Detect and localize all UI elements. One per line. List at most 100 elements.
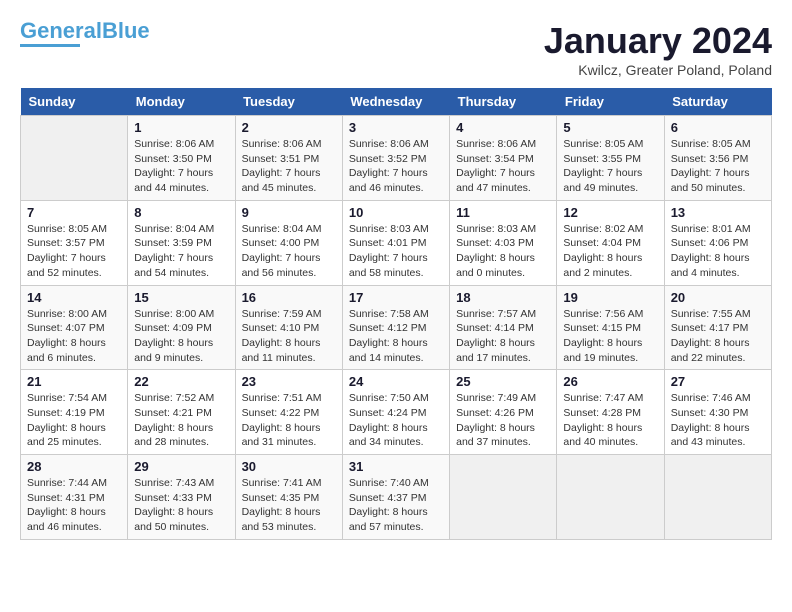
day-info: Sunrise: 7:41 AMSunset: 4:35 PMDaylight:… [242,476,336,535]
day-cell: 21Sunrise: 7:54 AMSunset: 4:19 PMDayligh… [21,370,128,455]
day-info: Sunrise: 7:58 AMSunset: 4:12 PMDaylight:… [349,307,443,366]
logo: GeneralBlue [20,20,150,47]
day-cell: 26 Sunrise: 7:47 AMSunset: 4:28 PMDayligh… [557,370,664,455]
day-info: Sunrise: 8:00 AMSunset: 4:09 PMDaylight:… [134,307,228,366]
calendar-table: SundayMondayTuesdayWednesdayThursdayFrid… [20,88,772,540]
day-number: 24 [349,374,443,389]
day-number: 23 [242,374,336,389]
day-info: Sunrise: 7:47 AMSunset: 4:28 PMDaylight:… [563,391,657,450]
page-header: GeneralBlue January 2024 Kwilcz, Greater… [20,20,772,78]
day-info: Sunrise: 7:56 AMSunset: 4:15 PMDaylight:… [563,307,657,366]
weekday-header-sunday: Sunday [21,88,128,116]
day-number: 3 [349,120,443,135]
day-cell: 7 Sunrise: 8:05 AMSunset: 3:57 PMDaylight… [21,200,128,285]
day-number: 25 [456,374,550,389]
day-cell: 5 Sunrise: 8:05 AMSunset: 3:55 PMDaylight… [557,116,664,201]
day-cell: 18Sunrise: 7:57 AMSunset: 4:14 PMDayligh… [450,285,557,370]
day-number: 21 [27,374,121,389]
day-cell [557,455,664,540]
day-info: Sunrise: 7:40 AMSunset: 4:37 PMDaylight:… [349,476,443,535]
weekday-header-friday: Friday [557,88,664,116]
day-info: Sunrise: 8:05 AMSunset: 3:56 PMDaylight:… [671,137,765,196]
day-number: 7 [27,205,121,220]
day-cell: 2 Sunrise: 8:06 AMSunset: 3:51 PMDaylight… [235,116,342,201]
day-number: 27 [671,374,765,389]
day-cell: 11Sunrise: 8:03 AMSunset: 4:03 PMDayligh… [450,200,557,285]
day-cell: 1 Sunrise: 8:06 AMSunset: 3:50 PMDaylight… [128,116,235,201]
week-row-2: 7 Sunrise: 8:05 AMSunset: 3:57 PMDaylight… [21,200,772,285]
day-number: 10 [349,205,443,220]
weekday-header-thursday: Thursday [450,88,557,116]
day-cell: 23Sunrise: 7:51 AMSunset: 4:22 PMDayligh… [235,370,342,455]
day-cell: 9 Sunrise: 8:04 AMSunset: 4:00 PMDaylight… [235,200,342,285]
day-cell [450,455,557,540]
day-cell: 27Sunrise: 7:46 AMSunset: 4:30 PMDayligh… [664,370,771,455]
day-number: 17 [349,290,443,305]
day-info: Sunrise: 8:05 AMSunset: 3:57 PMDaylight:… [27,222,121,281]
logo-blue: Blue [102,18,150,43]
day-info: Sunrise: 7:50 AMSunset: 4:24 PMDaylight:… [349,391,443,450]
weekday-header-saturday: Saturday [664,88,771,116]
day-info: Sunrise: 7:43 AMSunset: 4:33 PMDaylight:… [134,476,228,535]
day-number: 2 [242,120,336,135]
day-number: 14 [27,290,121,305]
day-cell: 28 Sunrise: 7:44 AMSunset: 4:31 PMDayligh… [21,455,128,540]
day-number: 4 [456,120,550,135]
day-number: 19 [563,290,657,305]
day-info: Sunrise: 8:03 AMSunset: 4:01 PMDaylight:… [349,222,443,281]
day-info: Sunrise: 7:49 AMSunset: 4:26 PMDaylight:… [456,391,550,450]
week-row-1: 1 Sunrise: 8:06 AMSunset: 3:50 PMDaylight… [21,116,772,201]
logo-general: General [20,18,102,43]
weekday-header-row: SundayMondayTuesdayWednesdayThursdayFrid… [21,88,772,116]
weekday-header-monday: Monday [128,88,235,116]
day-number: 30 [242,459,336,474]
day-cell [21,116,128,201]
day-info: Sunrise: 8:02 AMSunset: 4:04 PMDaylight:… [563,222,657,281]
day-info: Sunrise: 8:04 AMSunset: 3:59 PMDaylight:… [134,222,228,281]
day-info: Sunrise: 8:04 AMSunset: 4:00 PMDaylight:… [242,222,336,281]
day-info: Sunrise: 8:06 AMSunset: 3:52 PMDaylight:… [349,137,443,196]
day-number: 13 [671,205,765,220]
day-info: Sunrise: 7:44 AMSunset: 4:31 PMDaylight:… [27,476,121,535]
day-cell: 24 Sunrise: 7:50 AMSunset: 4:24 PMDayligh… [342,370,449,455]
day-cell: 30 Sunrise: 7:41 AMSunset: 4:35 PMDayligh… [235,455,342,540]
day-info: Sunrise: 7:52 AMSunset: 4:21 PMDaylight:… [134,391,228,450]
day-number: 31 [349,459,443,474]
day-cell: 4 Sunrise: 8:06 AMSunset: 3:54 PMDaylight… [450,116,557,201]
week-row-3: 14Sunrise: 8:00 AMSunset: 4:07 PMDayligh… [21,285,772,370]
day-cell: 19 Sunrise: 7:56 AMSunset: 4:15 PMDayligh… [557,285,664,370]
calendar-body: 1 Sunrise: 8:06 AMSunset: 3:50 PMDaylight… [21,116,772,540]
weekday-header-tuesday: Tuesday [235,88,342,116]
day-info: Sunrise: 8:06 AMSunset: 3:54 PMDaylight:… [456,137,550,196]
day-number: 26 [563,374,657,389]
day-number: 22 [134,374,228,389]
calendar-title: January 2024 [544,20,772,62]
logo-text: GeneralBlue [20,20,150,42]
day-info: Sunrise: 8:01 AMSunset: 4:06 PMDaylight:… [671,222,765,281]
day-info: Sunrise: 8:06 AMSunset: 3:51 PMDaylight:… [242,137,336,196]
day-number: 1 [134,120,228,135]
day-cell: 13 Sunrise: 8:01 AMSunset: 4:06 PMDayligh… [664,200,771,285]
day-cell [664,455,771,540]
calendar-subtitle: Kwilcz, Greater Poland, Poland [544,62,772,78]
weekday-header-wednesday: Wednesday [342,88,449,116]
logo-underline [20,44,80,47]
day-cell: 15Sunrise: 8:00 AMSunset: 4:09 PMDayligh… [128,285,235,370]
day-number: 9 [242,205,336,220]
day-cell: 29Sunrise: 7:43 AMSunset: 4:33 PMDayligh… [128,455,235,540]
day-info: Sunrise: 8:06 AMSunset: 3:50 PMDaylight:… [134,137,228,196]
day-cell: 31 Sunrise: 7:40 AMSunset: 4:37 PMDayligh… [342,455,449,540]
day-cell: 25 Sunrise: 7:49 AMSunset: 4:26 PMDayligh… [450,370,557,455]
day-number: 8 [134,205,228,220]
day-cell: 20Sunrise: 7:55 AMSunset: 4:17 PMDayligh… [664,285,771,370]
day-info: Sunrise: 8:03 AMSunset: 4:03 PMDaylight:… [456,222,550,281]
day-info: Sunrise: 8:05 AMSunset: 3:55 PMDaylight:… [563,137,657,196]
day-cell: 14Sunrise: 8:00 AMSunset: 4:07 PMDayligh… [21,285,128,370]
day-number: 18 [456,290,550,305]
day-number: 5 [563,120,657,135]
day-number: 20 [671,290,765,305]
day-number: 28 [27,459,121,474]
day-cell: 22 Sunrise: 7:52 AMSunset: 4:21 PMDayligh… [128,370,235,455]
day-cell: 3 Sunrise: 8:06 AMSunset: 3:52 PMDaylight… [342,116,449,201]
day-cell: 10 Sunrise: 8:03 AMSunset: 4:01 PMDayligh… [342,200,449,285]
